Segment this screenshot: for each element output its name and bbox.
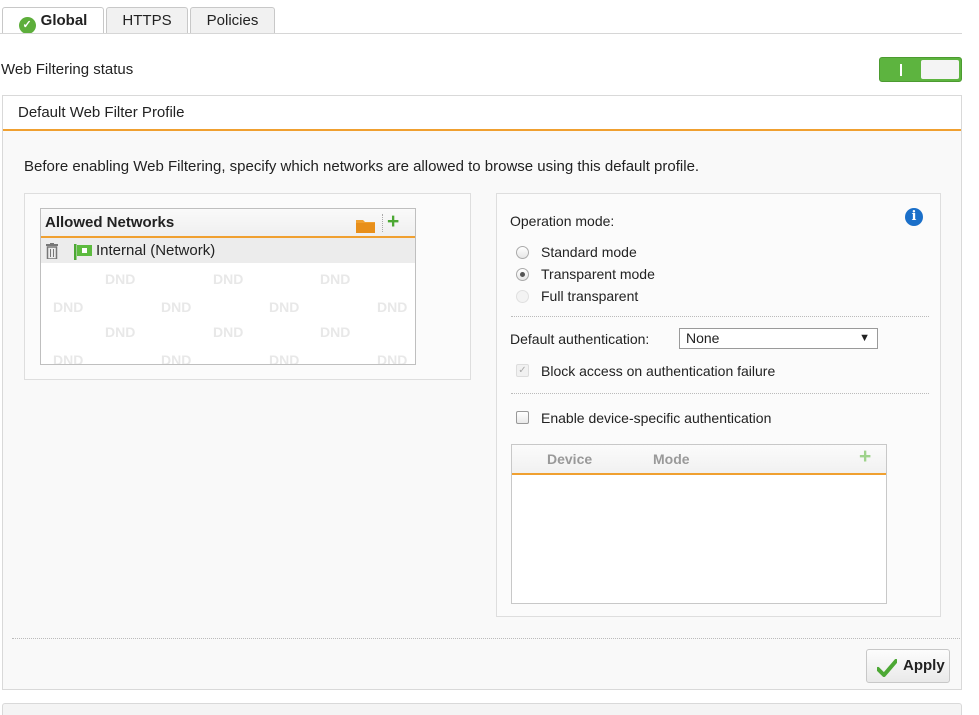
operation-mode-label: Operation mode: — [510, 213, 615, 229]
next-panel-edge — [2, 703, 962, 715]
add-device-icon: + — [859, 445, 872, 468]
folder-icon[interactable] — [356, 215, 375, 233]
dnd-watermark: DND — [213, 324, 244, 340]
separator — [382, 214, 383, 232]
block-access-checkbox: ✓ — [516, 364, 529, 377]
tab-global[interactable]: ✓ Global — [2, 7, 104, 34]
divider — [511, 316, 929, 317]
apply-label: Apply — [903, 657, 945, 674]
column-mode: Mode — [653, 451, 690, 467]
info-icon[interactable]: i — [905, 208, 923, 226]
network-icon — [74, 243, 92, 268]
dropdown-arrow-icon: ▼ — [859, 332, 870, 344]
dnd-watermark: DND — [320, 324, 351, 340]
standard-mode-label: Standard mode — [541, 244, 637, 260]
authentication-box: Operation mode: i Standard mode Transpar… — [496, 193, 941, 617]
default-authentication-value: None — [686, 330, 720, 346]
tab-divider — [0, 33, 962, 34]
tab-global-label: Global — [40, 12, 88, 29]
tab-https-label: HTTPS — [122, 12, 172, 29]
allowed-networks-list[interactable]: Allowed Networks + Internal (Network) DN… — [40, 208, 416, 365]
dnd-watermark: DND — [377, 352, 408, 365]
dnd-watermark: DND — [161, 352, 192, 365]
radio-transparent-mode[interactable] — [516, 268, 529, 281]
default-authentication-label: Default authentication: — [510, 331, 650, 347]
tab-https[interactable]: HTTPS — [106, 7, 188, 33]
allowed-networks-box: Allowed Networks + Internal (Network) DN… — [24, 193, 471, 380]
checkmark-icon — [876, 657, 898, 689]
list-item[interactable]: Internal (Network) — [41, 238, 415, 263]
dnd-watermark: DND — [269, 352, 300, 365]
block-access-label: Block access on authentication failure — [541, 363, 776, 379]
dnd-watermark: DND — [161, 299, 192, 315]
profile-description: Before enabling Web Filtering, specify w… — [24, 158, 700, 175]
dnd-watermark: DND — [377, 299, 408, 315]
default-authentication-select[interactable]: None ▼ — [679, 328, 878, 349]
allowed-networks-header: Allowed Networks + — [41, 209, 415, 238]
web-filtering-toggle[interactable] — [879, 57, 962, 82]
divider — [511, 393, 929, 394]
column-device: Device — [547, 451, 593, 467]
dnd-watermark: DND — [213, 271, 244, 287]
dnd-watermark: DND — [105, 271, 136, 287]
panel-title: Default Web Filter Profile — [3, 96, 961, 131]
tab-policies-label: Policies — [206, 12, 259, 29]
allowed-networks-title: Allowed Networks — [45, 214, 175, 231]
dnd-watermark: DND — [320, 271, 351, 287]
dnd-watermark: DND — [105, 324, 136, 340]
toggle-knob[interactable] — [921, 60, 959, 79]
apply-button[interactable]: Apply — [866, 649, 950, 683]
dnd-watermark: DND — [269, 299, 300, 315]
radio-standard-mode[interactable] — [516, 246, 529, 259]
trash-icon[interactable] — [46, 242, 58, 267]
add-network-icon[interactable]: + — [387, 209, 399, 235]
radio-full-transparent — [516, 290, 529, 303]
dnd-watermark: DND — [53, 299, 84, 315]
network-item-label: Internal (Network) — [96, 242, 216, 259]
transparent-mode-label: Transparent mode — [541, 266, 655, 282]
toggle-on-indicator — [900, 64, 902, 76]
tab-policies[interactable]: Policies — [190, 7, 275, 33]
footer-divider — [12, 638, 960, 639]
default-profile-panel: Default Web Filter Profile Before enabli… — [2, 95, 962, 690]
dnd-watermark: DND — [53, 352, 84, 365]
device-table-header: Device Mode + — [512, 445, 886, 475]
full-transparent-label: Full transparent — [541, 288, 639, 304]
device-table[interactable]: Device Mode + — [511, 444, 887, 604]
device-auth-label: Enable device-specific authentication — [541, 410, 772, 426]
device-auth-checkbox[interactable] — [516, 411, 529, 424]
web-filtering-status-label: Web Filtering status — [1, 61, 134, 78]
check-icon: ✓ — [18, 17, 36, 34]
